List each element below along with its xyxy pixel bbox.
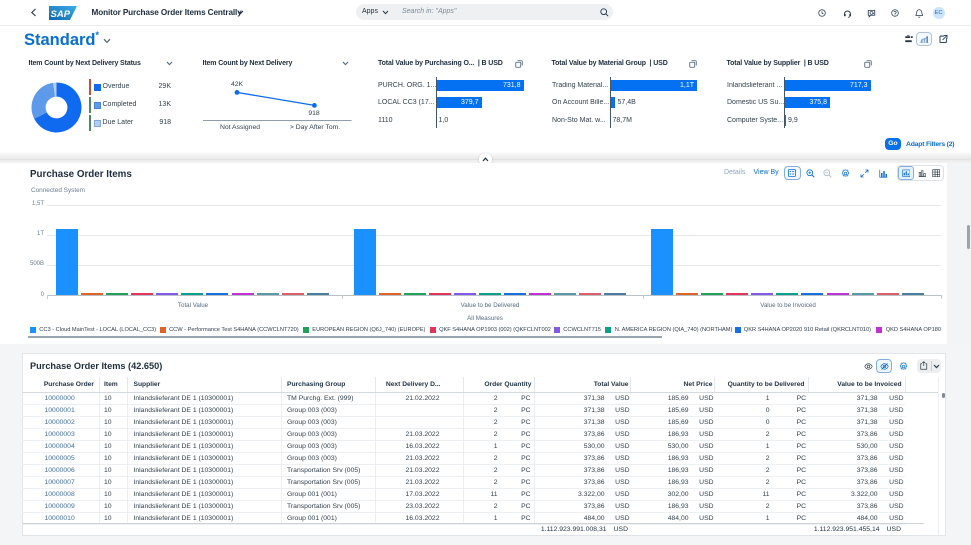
- svg-text:SAP: SAP: [51, 9, 71, 20]
